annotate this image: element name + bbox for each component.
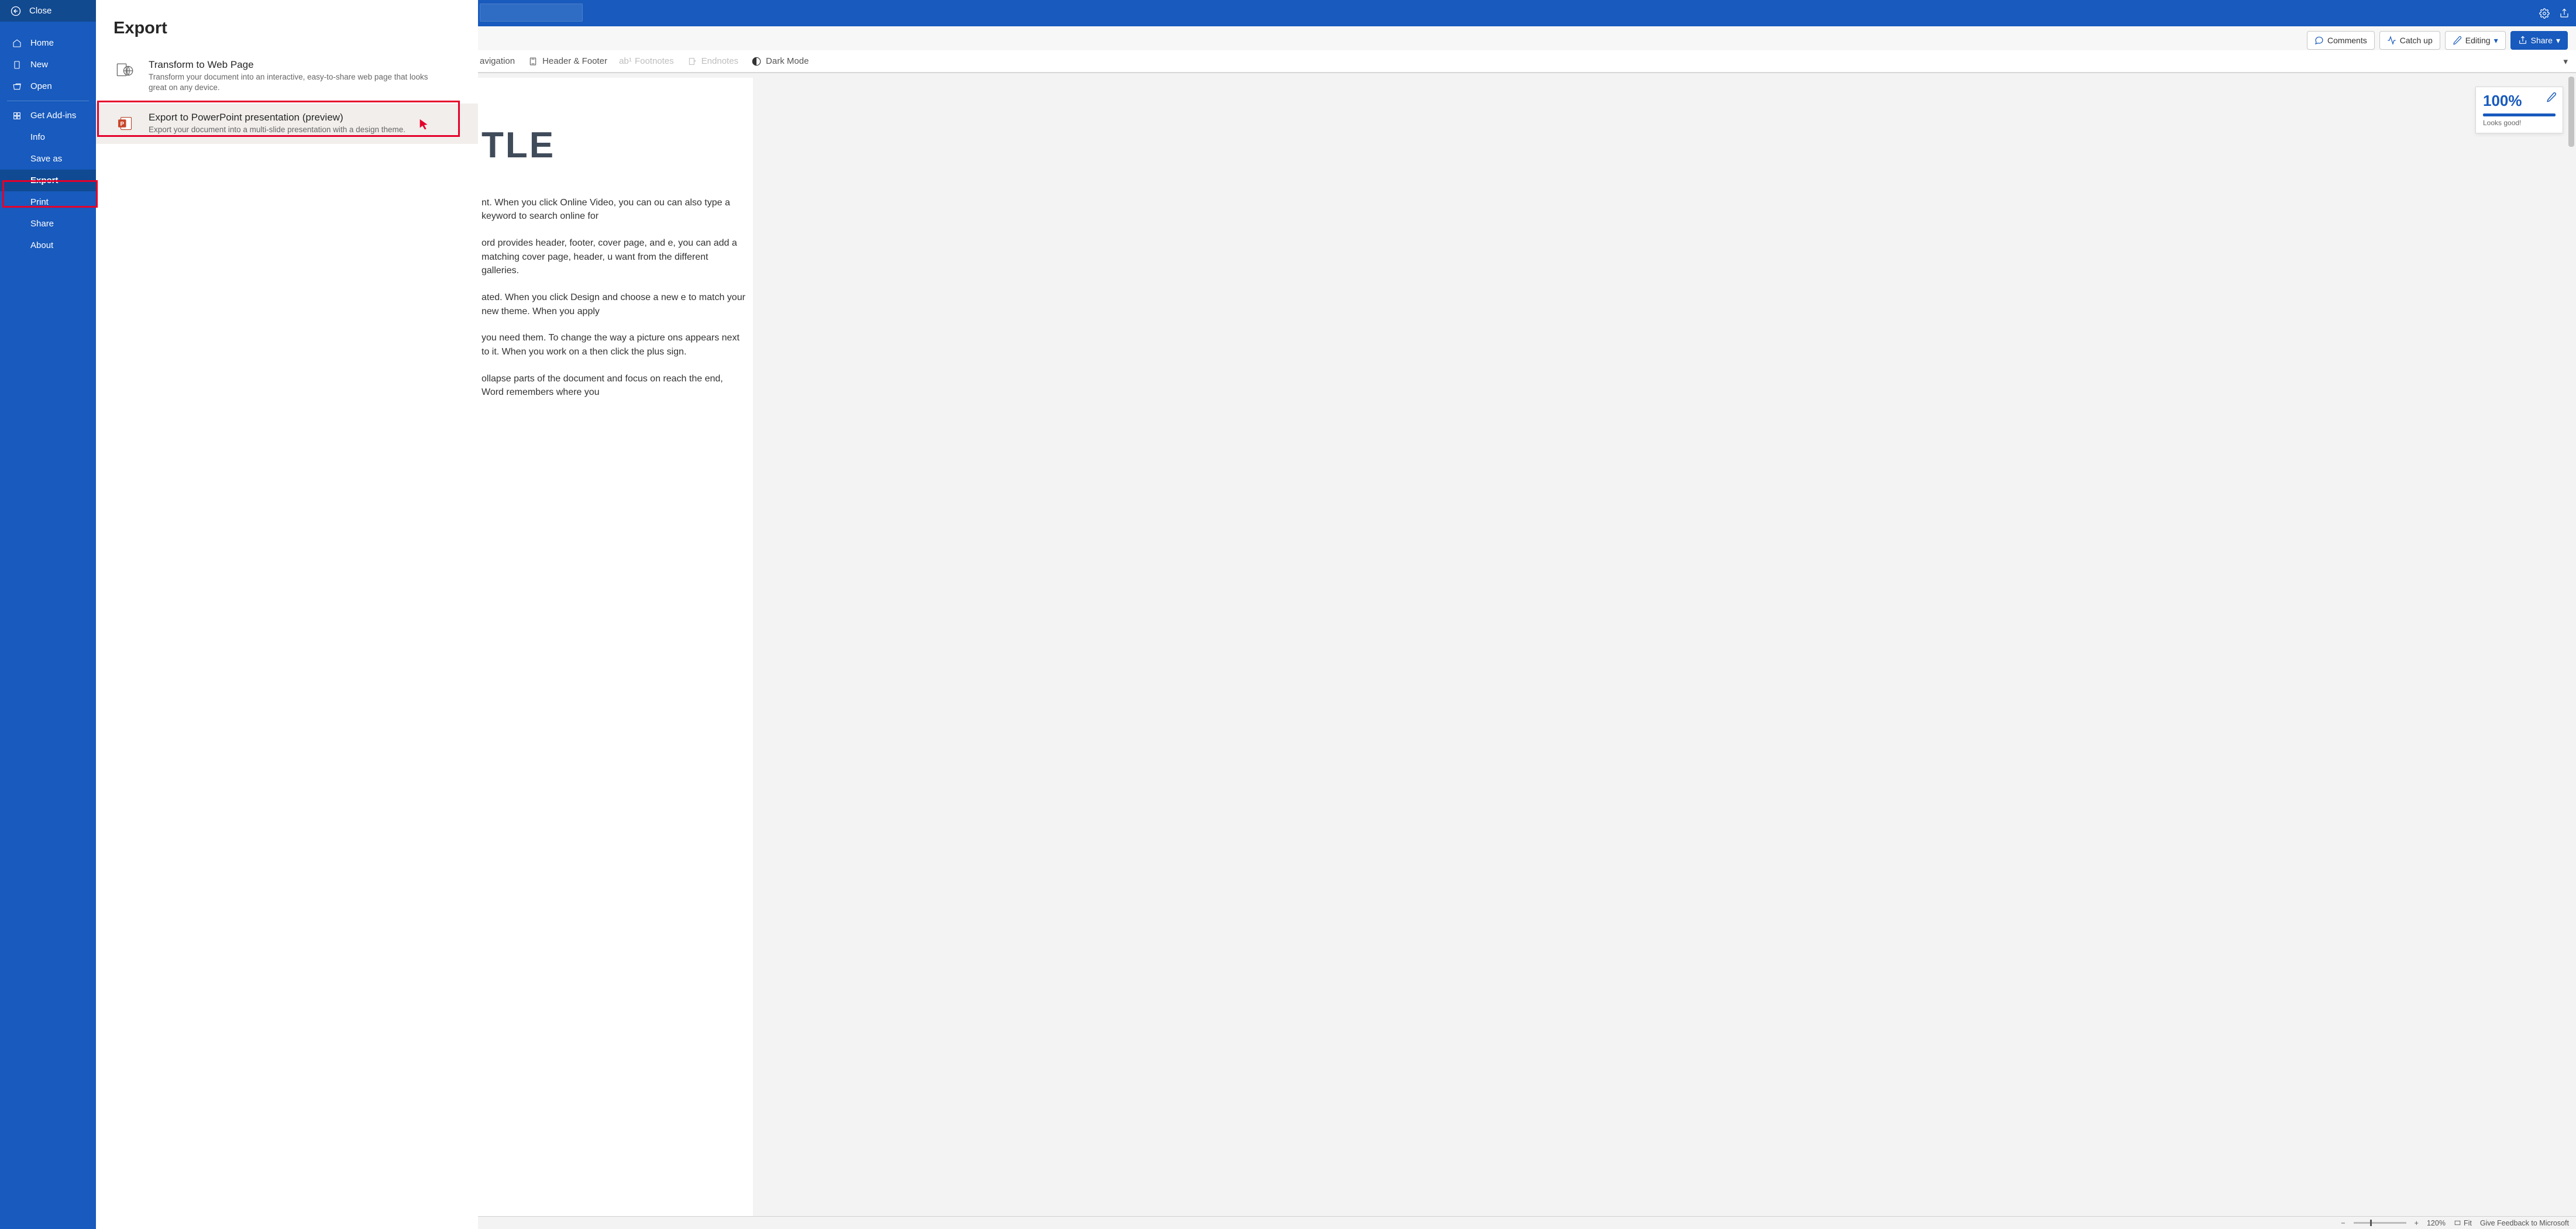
document-title-fragment: TLE bbox=[482, 119, 747, 173]
editor-pen-icon bbox=[2546, 92, 2557, 105]
powerpoint-icon: P bbox=[114, 112, 137, 135]
editor-score-bar bbox=[2483, 113, 2556, 116]
nav-home[interactable]: Home bbox=[0, 32, 96, 54]
ribbon-expand-chevron-icon[interactable]: ▾ bbox=[2563, 56, 2568, 67]
navigation-button[interactable]: avigation bbox=[480, 56, 515, 66]
nav-about[interactable]: About bbox=[0, 235, 96, 256]
editing-button[interactable]: Editing ▾ bbox=[2445, 31, 2506, 50]
doc-paragraph: ord provides header, footer, cover page,… bbox=[482, 236, 747, 278]
export-webpage-desc: Transform your document into an interact… bbox=[149, 72, 441, 93]
zoom-level[interactable]: 120% bbox=[2427, 1219, 2446, 1227]
nav-addins[interactable]: Get Add-ins bbox=[0, 105, 96, 126]
nav-export-label: Export bbox=[30, 175, 59, 185]
addins-icon bbox=[12, 111, 22, 121]
zoom-out-button[interactable]: − bbox=[2341, 1219, 2345, 1227]
share-external-icon[interactable] bbox=[2558, 8, 2570, 19]
nav-addins-label: Get Add-ins bbox=[30, 111, 76, 121]
comments-label: Comments bbox=[2327, 36, 2367, 45]
folder-open-icon bbox=[12, 81, 22, 92]
nav-share-label: Share bbox=[30, 219, 54, 229]
page-icon bbox=[528, 56, 538, 67]
activity-icon bbox=[2387, 36, 2396, 45]
export-title: Export bbox=[114, 19, 460, 38]
nav-about-label: About bbox=[30, 240, 53, 250]
endnotes-button[interactable]: Endnotes bbox=[687, 56, 738, 67]
dark-mode-label: Dark Mode bbox=[766, 56, 809, 66]
svg-text:P: P bbox=[120, 121, 124, 128]
nav-print-label: Print bbox=[30, 197, 49, 207]
document-area: TLE nt. When you click Online Video, you… bbox=[478, 73, 2576, 1216]
export-option-powerpoint[interactable]: P Export to PowerPoint presentation (pre… bbox=[96, 104, 478, 143]
editing-label: Editing bbox=[2465, 36, 2491, 45]
document-page[interactable]: TLE nt. When you click Online Video, you… bbox=[478, 78, 753, 1216]
comments-button[interactable]: Comments bbox=[2307, 31, 2375, 50]
fit-label: Fit bbox=[2464, 1219, 2472, 1227]
export-ppt-title: Export to PowerPoint presentation (previ… bbox=[149, 112, 405, 123]
editor-score: 100% bbox=[2483, 92, 2556, 110]
doc-paragraph: ated. When you click Design and choose a… bbox=[482, 291, 747, 318]
vertical-scrollbar[interactable] bbox=[2567, 73, 2576, 1216]
endnote-icon bbox=[687, 56, 697, 67]
webpage-icon bbox=[114, 59, 137, 82]
nav-new-label: New bbox=[30, 60, 48, 70]
pencil-icon bbox=[2453, 36, 2462, 45]
nav-info-label: Info bbox=[30, 132, 45, 142]
nav-print[interactable]: Print bbox=[0, 191, 96, 213]
footnote-icon: ab¹ bbox=[620, 56, 631, 67]
nav-home-label: Home bbox=[30, 38, 54, 48]
export-panel: Export Transform to Web Page Transform y… bbox=[96, 0, 478, 1229]
header-footer-button[interactable]: Header & Footer bbox=[528, 56, 607, 67]
catchup-button[interactable]: Catch up bbox=[2379, 31, 2440, 50]
home-icon bbox=[12, 38, 22, 49]
fit-icon[interactable]: Fit bbox=[2454, 1219, 2472, 1227]
chevron-down-icon: ▾ bbox=[2556, 36, 2560, 46]
footnotes-button[interactable]: ab¹ Footnotes bbox=[620, 56, 674, 67]
doc-paragraph: you need them. To change the way a pictu… bbox=[482, 331, 747, 359]
export-webpage-title: Transform to Web Page bbox=[149, 59, 441, 71]
navigation-label: avigation bbox=[480, 56, 515, 66]
gear-icon[interactable] bbox=[2539, 8, 2550, 19]
nav-info[interactable]: Info bbox=[0, 126, 96, 148]
backstage-nav: Close Home New Open Get Add-ins Info Sav… bbox=[0, 0, 96, 1229]
nav-export[interactable]: Export bbox=[0, 170, 96, 191]
nav-open-label: Open bbox=[30, 81, 52, 91]
zoom-slider-thumb[interactable] bbox=[2370, 1220, 2372, 1226]
close-label: Close bbox=[29, 6, 51, 16]
export-option-webpage[interactable]: Transform to Web Page Transform your doc… bbox=[114, 51, 460, 104]
back-arrow-icon bbox=[11, 6, 21, 16]
zoom-in-button[interactable]: + bbox=[2415, 1219, 2419, 1227]
new-icon bbox=[12, 60, 22, 70]
catchup-label: Catch up bbox=[2400, 36, 2433, 45]
doc-paragraph: nt. When you click Online Video, you can… bbox=[482, 196, 747, 223]
nav-new[interactable]: New bbox=[0, 54, 96, 75]
chevron-down-icon: ▾ bbox=[2494, 36, 2498, 46]
export-ppt-desc: Export your document into a multi-slide … bbox=[149, 125, 405, 135]
comment-icon bbox=[2314, 36, 2324, 45]
feedback-link[interactable]: Give Feedback to Microsoft bbox=[2480, 1219, 2569, 1227]
dark-mode-icon bbox=[751, 56, 762, 67]
header-footer-label: Header & Footer bbox=[542, 56, 607, 66]
nav-share[interactable]: Share bbox=[0, 213, 96, 235]
footnotes-label: Footnotes bbox=[635, 56, 674, 66]
doc-paragraph: ollapse parts of the document and focus … bbox=[482, 372, 747, 400]
search-box[interactable] bbox=[480, 4, 583, 22]
zoom-slider[interactable] bbox=[2354, 1222, 2406, 1224]
share-icon bbox=[2518, 36, 2527, 45]
nav-saveas[interactable]: Save as bbox=[0, 148, 96, 170]
nav-open[interactable]: Open bbox=[0, 75, 96, 97]
editor-score-label: Looks good! bbox=[2483, 119, 2556, 127]
close-backstage-button[interactable]: Close bbox=[0, 0, 96, 22]
nav-saveas-label: Save as bbox=[30, 154, 62, 164]
dark-mode-button[interactable]: Dark Mode bbox=[751, 56, 809, 67]
endnotes-label: Endnotes bbox=[701, 56, 738, 66]
share-button[interactable]: Share ▾ bbox=[2510, 31, 2568, 50]
scrollbar-thumb[interactable] bbox=[2568, 77, 2574, 147]
share-label: Share bbox=[2531, 36, 2553, 45]
editor-score-card[interactable]: 100% Looks good! bbox=[2475, 87, 2563, 133]
